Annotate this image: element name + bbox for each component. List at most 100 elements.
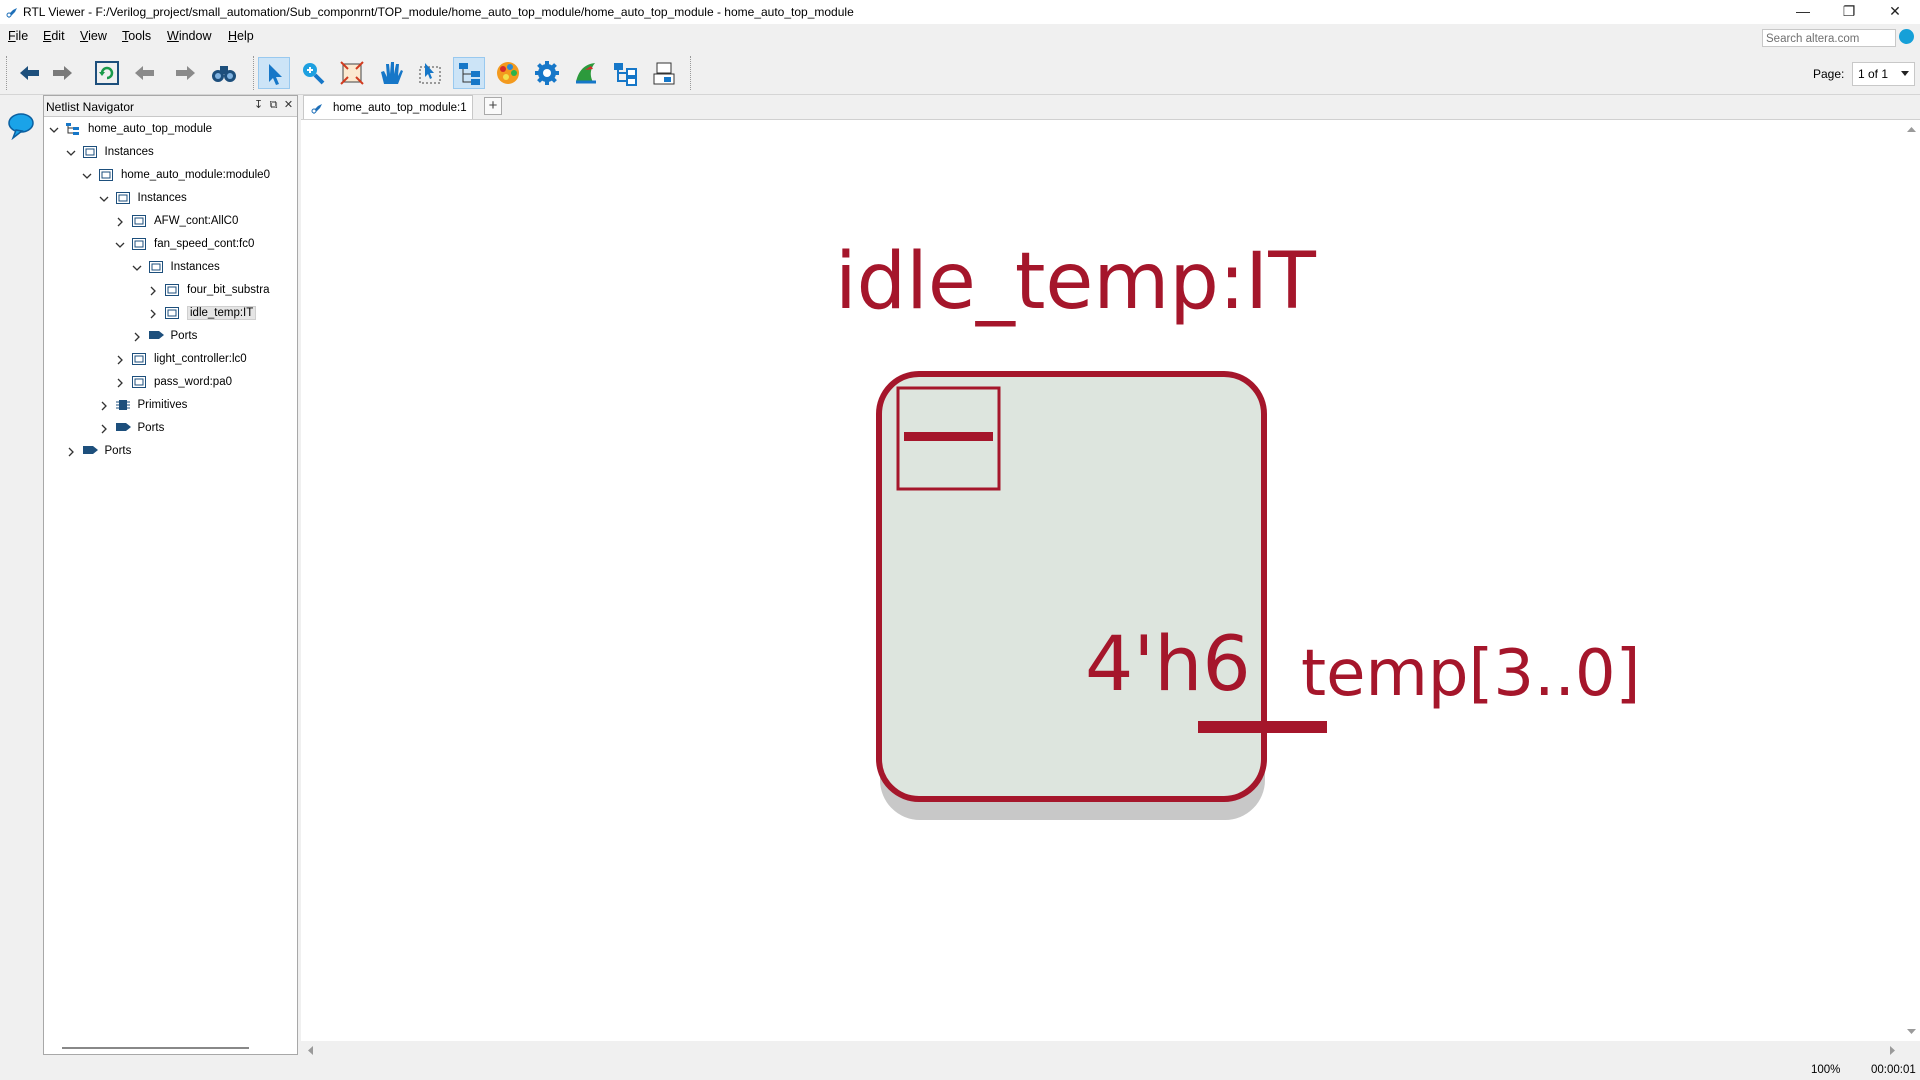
- tree-item-label: Ports: [137, 422, 165, 434]
- hierarchy-button[interactable]: [453, 57, 485, 89]
- forward-button[interactable]: [46, 57, 78, 89]
- settings-button[interactable]: [531, 57, 563, 89]
- instance-icon: [165, 303, 181, 323]
- chevron-right-icon[interactable]: [65, 441, 77, 461]
- chevron-down-icon[interactable]: [114, 234, 126, 254]
- tree-item[interactable]: Ports: [131, 326, 198, 346]
- tree-item[interactable]: AFW_cont:AllC0: [114, 211, 238, 231]
- tree-item[interactable]: Instances: [98, 188, 187, 208]
- tab-home-auto-top-module[interactable]: home_auto_top_module:1: [303, 95, 473, 119]
- hierarchy-icon: [66, 119, 82, 139]
- tree-item[interactable]: Primitives: [98, 395, 187, 415]
- techmap-button[interactable]: [570, 57, 602, 89]
- toolbar-grip[interactable]: [690, 56, 694, 90]
- scroll-left-icon[interactable]: [303, 1042, 317, 1059]
- tree-item-label: idle_temp:IT: [187, 306, 257, 320]
- settings-icon: [535, 61, 559, 85]
- chevron-right-icon[interactable]: [147, 303, 159, 323]
- port-icon: [82, 441, 99, 461]
- scroll-down-icon[interactable]: [1903, 1025, 1920, 1039]
- chevron-right-icon[interactable]: [131, 326, 143, 346]
- selection-tool-button[interactable]: [258, 57, 290, 89]
- primitive-icon: [115, 395, 132, 415]
- tree-item[interactable]: idle_temp:IT: [147, 303, 257, 323]
- restore-icon[interactable]: ❐: [1826, 0, 1872, 24]
- netlist-color-button[interactable]: [492, 57, 524, 89]
- toolbar-grip[interactable]: [6, 56, 10, 90]
- chevron-down-icon[interactable]: [131, 257, 143, 277]
- tree-item-label: AFW_cont:AllC0: [154, 215, 239, 227]
- tree-item[interactable]: Ports: [65, 441, 132, 461]
- menu-view[interactable]: View: [80, 29, 107, 43]
- tree-item[interactable]: fan_speed_cont:fc0: [114, 234, 254, 254]
- close-icon[interactable]: ✕: [1872, 0, 1918, 24]
- chevron-down-icon[interactable]: [65, 142, 77, 162]
- constant-value-label: 4'h6: [1085, 619, 1251, 708]
- tab-bar: home_auto_top_module:1 +: [301, 95, 1920, 119]
- filter-button[interactable]: [648, 57, 680, 89]
- zoom-tool-icon: [303, 63, 325, 85]
- menu-file[interactable]: File: [8, 29, 28, 43]
- chevron-right-icon[interactable]: [98, 395, 110, 415]
- chat-bubble-icon[interactable]: [7, 112, 35, 140]
- area-select-button[interactable]: [414, 57, 446, 89]
- tree-item[interactable]: four_bit_substra: [147, 280, 269, 300]
- tree-item[interactable]: Instances: [65, 142, 154, 162]
- tree-item[interactable]: home_auto_top_module: [48, 119, 212, 139]
- chevron-right-icon[interactable]: [114, 211, 126, 231]
- chevron-down-icon: [1901, 71, 1909, 76]
- pin-icon[interactable]: ↧: [252, 98, 265, 112]
- chevron-down-icon[interactable]: [98, 188, 110, 208]
- chevron-right-icon[interactable]: [98, 418, 110, 438]
- chevron-right-icon[interactable]: [114, 372, 126, 392]
- tree-item-label: Ports: [104, 445, 132, 457]
- chevron-right-icon[interactable]: [114, 349, 126, 369]
- search-input[interactable]: Search altera.com: [1762, 29, 1896, 47]
- tree-item[interactable]: light_controller:lc0: [114, 349, 247, 369]
- page-select[interactable]: 1 of 1: [1852, 62, 1915, 86]
- chevron-right-icon[interactable]: [147, 280, 159, 300]
- toolbar-grip[interactable]: [253, 56, 257, 90]
- schematic-svg: idle_temp:IT 4'h6 temp[3..0]: [835, 237, 1641, 820]
- left-side-strip: [0, 95, 42, 1057]
- netlist-color-icon: [497, 62, 519, 84]
- scroll-up-icon[interactable]: [1903, 122, 1920, 136]
- close-pane-icon[interactable]: ✕: [282, 98, 295, 112]
- menu-window[interactable]: Window: [167, 29, 211, 43]
- refresh-button[interactable]: [91, 57, 123, 89]
- globe-icon[interactable]: [1899, 29, 1914, 44]
- previous-icon: [135, 66, 154, 80]
- fit-button[interactable]: [336, 57, 368, 89]
- horizontal-scrollbar[interactable]: [62, 1047, 249, 1049]
- schematic-canvas[interactable]: idle_temp:IT 4'h6 temp[3..0]: [301, 119, 1920, 1060]
- menu-help[interactable]: Help: [228, 29, 254, 43]
- instance-icon: [99, 165, 115, 185]
- back-button[interactable]: [14, 57, 46, 89]
- tree-item[interactable]: pass_word:pa0: [114, 372, 232, 392]
- output-port-wire[interactable]: [1198, 721, 1327, 733]
- find-button[interactable]: [208, 57, 240, 89]
- add-tab-button[interactable]: +: [484, 97, 502, 115]
- scroll-right-icon[interactable]: [1886, 1042, 1900, 1059]
- tree-item-label: four_bit_substra: [187, 284, 270, 296]
- canvas-horizontal-scrollbar[interactable]: [301, 1041, 1920, 1060]
- vertical-scrollbar[interactable]: [1903, 120, 1920, 1041]
- constant-symbol-bar: [904, 432, 993, 441]
- hand-tool-button[interactable]: [375, 57, 407, 89]
- float-window-icon[interactable]: ⧉: [267, 98, 280, 112]
- zoom-tool-button[interactable]: [297, 57, 329, 89]
- tree-item-label: Ports: [170, 330, 198, 342]
- menu-edit[interactable]: Edit: [43, 29, 65, 43]
- minimize-icon[interactable]: —: [1780, 0, 1826, 24]
- next-button[interactable]: [169, 57, 201, 89]
- menu-tools[interactable]: Tools: [122, 29, 151, 43]
- chevron-down-icon[interactable]: [81, 165, 93, 185]
- tree-item[interactable]: Instances: [131, 257, 220, 277]
- tree-item[interactable]: Ports: [98, 418, 165, 438]
- export-button[interactable]: [609, 57, 641, 89]
- tree-item[interactable]: home_auto_module:module0: [81, 165, 270, 185]
- chevron-down-icon[interactable]: [48, 119, 60, 139]
- previous-button[interactable]: [129, 57, 161, 89]
- port-icon: [148, 326, 165, 346]
- tree-item-label: Instances: [170, 261, 220, 273]
